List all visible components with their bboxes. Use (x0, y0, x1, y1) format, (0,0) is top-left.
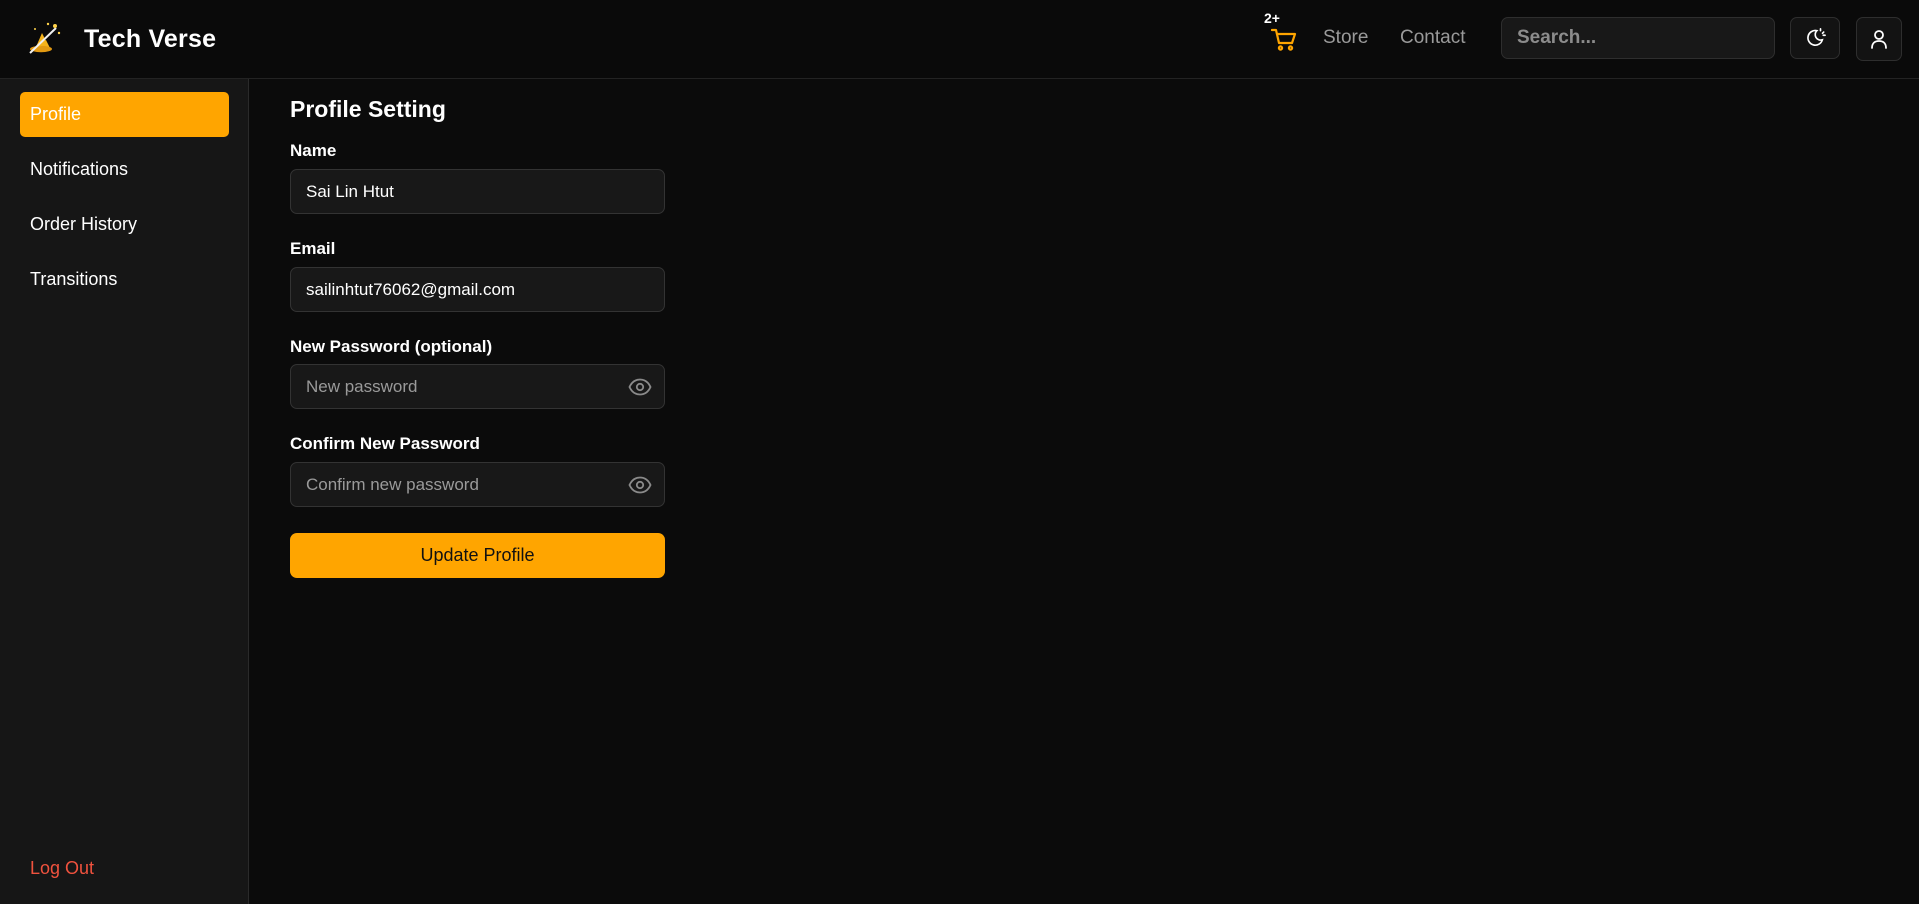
user-icon (1871, 30, 1887, 49)
brand-name: Tech Verse (84, 24, 217, 53)
confirm-password-label: Confirm New Password (290, 434, 480, 453)
name-label: Name (290, 141, 337, 160)
sidebar-item-profile[interactable]: Profile (20, 92, 229, 137)
nav-store[interactable]: Store (1323, 27, 1368, 49)
sidebar-item-notifications[interactable]: Notifications (20, 147, 229, 192)
shopping-cart-icon (1271, 28, 1297, 51)
sidebar: Profile Notifications Order History Tran… (0, 79, 249, 904)
confirm-password-field[interactable] (291, 463, 664, 506)
email-label: Email (290, 239, 336, 258)
new-password-label: New Password (optional) (290, 337, 493, 356)
email-field[interactable] (291, 268, 664, 311)
sidebar-item-transitions[interactable]: Transitions (20, 257, 229, 302)
user-menu-button[interactable] (1856, 17, 1902, 61)
name-field[interactable] (291, 170, 664, 213)
cart-button[interactable]: 2+ (1263, 10, 1303, 56)
magic-hat-wand-icon (29, 22, 61, 54)
eye-icon[interactable] (628, 377, 652, 397)
cart-badge: 2+ (1264, 10, 1280, 26)
new-password-field[interactable] (291, 365, 664, 408)
page-title: Profile Setting (290, 96, 446, 122)
email-field-box (290, 267, 665, 312)
brand[interactable]: Tech Verse (26, 20, 216, 58)
sidebar-item-order-history[interactable]: Order History (20, 202, 229, 247)
name-field-box (290, 169, 665, 214)
update-profile-button[interactable]: Update Profile (290, 533, 665, 578)
moon-sun-icon (1807, 28, 1826, 46)
nav-contact[interactable]: Contact (1400, 27, 1465, 49)
search-input[interactable] (1501, 17, 1775, 59)
theme-toggle-button[interactable] (1790, 17, 1840, 59)
confirm-password-field-box (290, 462, 665, 507)
logout-button[interactable]: Log Out (30, 858, 94, 879)
new-password-field-box (290, 364, 665, 409)
top-header: Tech Verse 2+ Store Contact (0, 0, 1919, 79)
eye-icon[interactable] (628, 475, 652, 495)
app-root: Tech Verse 2+ Store Contact Search... Pr… (0, 0, 1919, 904)
